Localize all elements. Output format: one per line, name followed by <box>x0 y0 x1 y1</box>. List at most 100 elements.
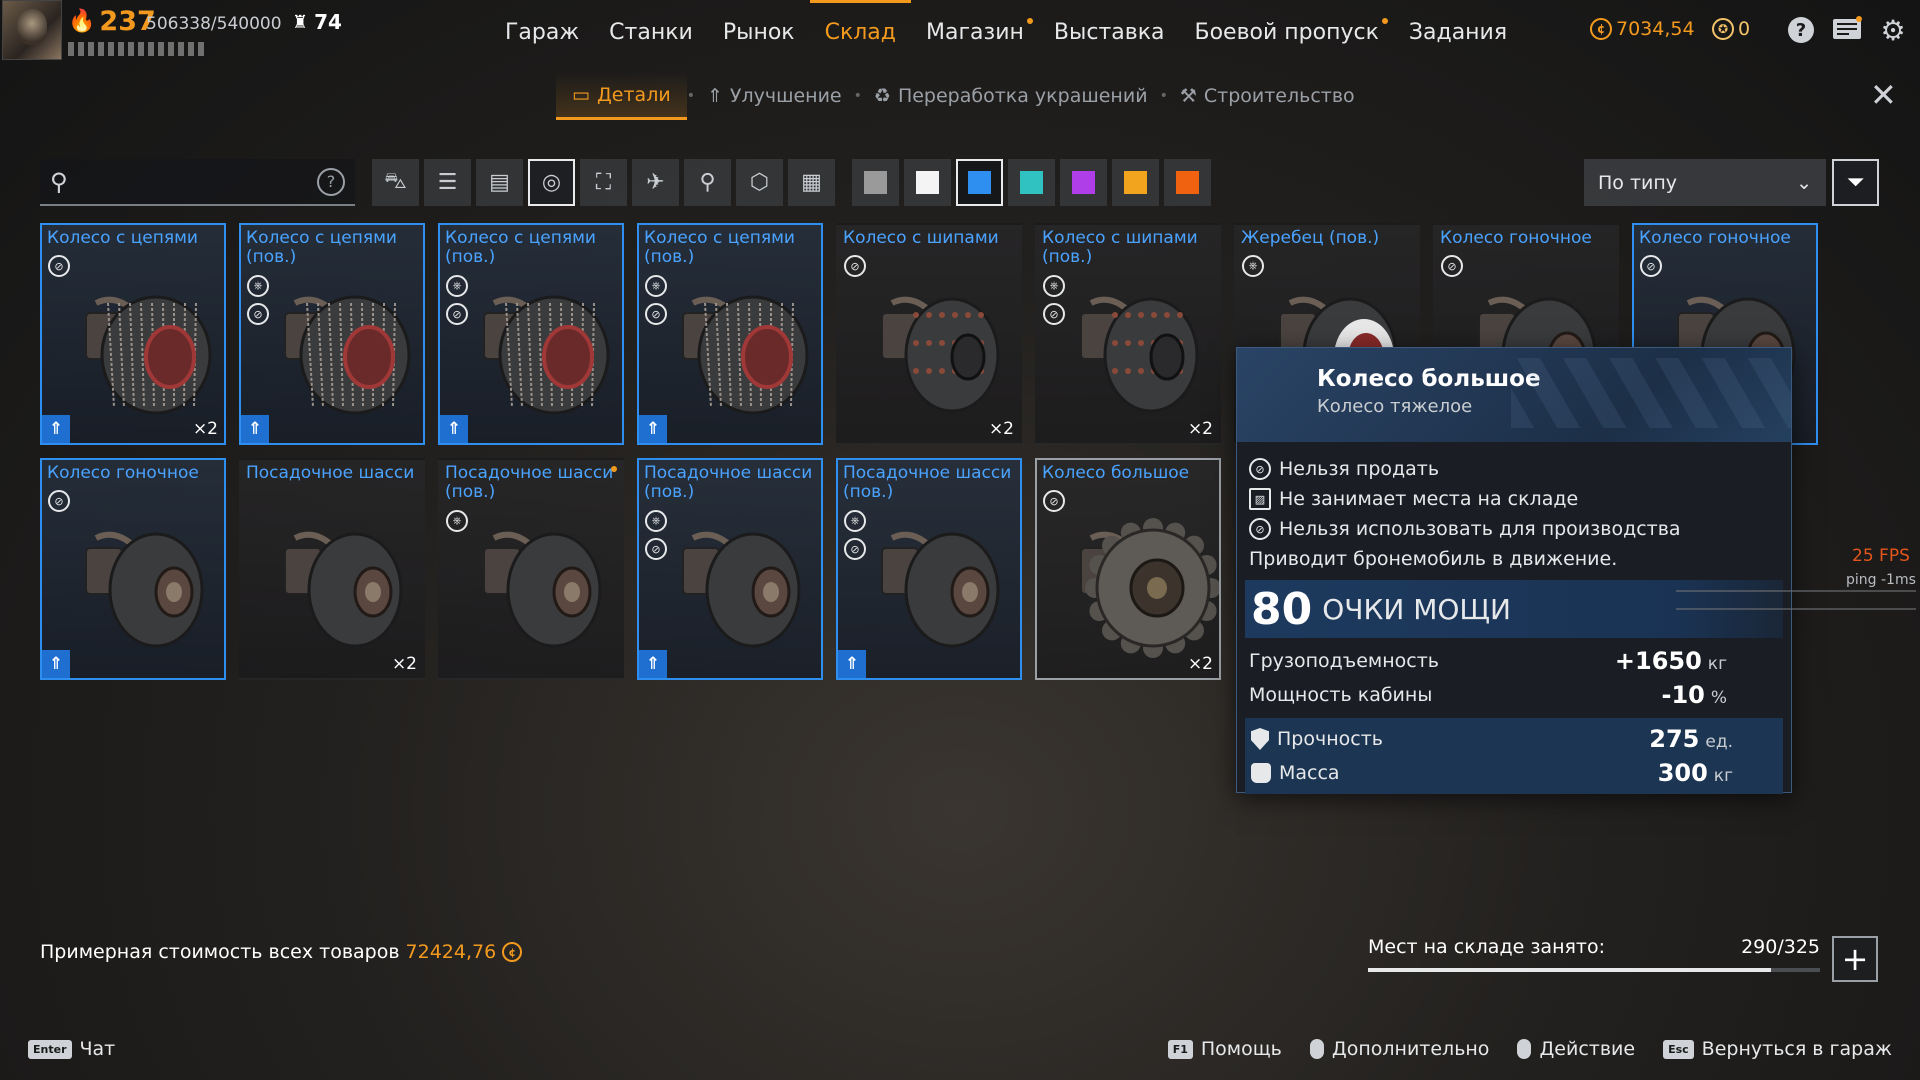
stat-value-wrap: +1650 кг <box>1615 647 1727 675</box>
item-flags: ⊘ <box>48 255 70 277</box>
item-count: ×2 <box>1187 654 1213 674</box>
rarity-filter[interactable] <box>1060 159 1107 206</box>
ping-counter: ping -1ms <box>1846 572 1916 588</box>
help-label: Помощь <box>1200 1038 1282 1060</box>
steering-wheel-icon: ⎈ <box>247 275 269 297</box>
player-avatar[interactable] <box>2 0 62 60</box>
sort-dropdown[interactable]: По типу ⌄ <box>1584 159 1826 206</box>
close-icon[interactable]: ✕ <box>1870 76 1897 114</box>
item-flags: ⎈ ⊘ <box>645 275 667 325</box>
item-name: Колесо гоночное <box>1639 228 1791 248</box>
inventory-item-card[interactable]: Колесо с цепями ⊘ ⇑ ×2 <box>40 223 226 445</box>
action-hint[interactable]: Действие <box>1517 1038 1635 1060</box>
item-name: Колесо с шипами (пов.) <box>1042 228 1198 267</box>
wheel-image <box>483 295 610 415</box>
inventory-item-card[interactable]: Посадочное шасси (пов.) ⎈ ⊘ ⇑ <box>836 458 1022 680</box>
help-hint[interactable]: F1 Помощь <box>1167 1038 1282 1060</box>
mouse-left-icon <box>1517 1039 1532 1059</box>
nav-tab[interactable]: Магазин <box>911 0 1039 68</box>
item-name: Колесо с цепями <box>47 228 198 248</box>
separator-dot: • <box>686 88 695 104</box>
help-icon[interactable]: ? <box>1785 14 1817 46</box>
rarity-filter[interactable] <box>956 159 1003 206</box>
mass-value: 300 <box>1657 759 1708 787</box>
wheel-image <box>284 531 403 648</box>
rarity-filter[interactable] <box>1164 159 1211 206</box>
inventory-item-card[interactable]: Посадочное шасси ×2 <box>239 458 425 680</box>
nav-tab[interactable]: Склад <box>809 0 912 68</box>
inventory-item-card[interactable]: Колесо с цепями (пов.) ⎈ ⊘ ⇑ <box>438 223 624 445</box>
rarity-swatch <box>1072 171 1095 194</box>
tooltip-properties: ⊘ Нельзя продать ▨ Не занимает места на скл… <box>1237 442 1791 574</box>
search-input[interactable] <box>67 171 317 192</box>
nav-tab[interactable]: Гараж <box>490 0 594 68</box>
search-help-icon[interactable]: ? <box>317 167 345 196</box>
rarity-swatch <box>1124 171 1147 194</box>
all-grid-icon[interactable]: ▦ <box>788 159 835 206</box>
item-flags: ⎈ ⊘ <box>844 510 866 560</box>
sort-dropdown-label: По типу <box>1598 171 1678 194</box>
no-sell-icon: ⊘ <box>446 303 468 325</box>
rarity-filter[interactable] <box>904 159 951 206</box>
subtab[interactable]: ♻ Переработка украшений <box>862 72 1160 120</box>
item-name: Колесо гоночное <box>47 463 199 483</box>
decor-icon[interactable]: ✈ <box>632 159 679 206</box>
player-nickname-blurred <box>68 42 208 56</box>
durability-row: Прочность 275 ед. <box>1251 722 1777 756</box>
search-icon: ⚲ <box>50 167 68 196</box>
no-sell-icon: ⊘ <box>48 255 70 277</box>
inventory-item-card[interactable]: Колесо с цепями (пов.) ⎈ ⊘ ⇑ <box>637 223 823 445</box>
subtab[interactable]: ⚒ Строительство <box>1168 72 1367 120</box>
subtab[interactable]: ▭ Детали <box>556 72 687 120</box>
frame-icon[interactable]: ⛶ <box>580 159 627 206</box>
stat-value-wrap: -10% <box>1661 681 1727 709</box>
no-storage-icon: ▨ <box>1249 488 1271 510</box>
expand-storage-button[interactable]: + <box>1832 936 1878 982</box>
nav-tab[interactable]: Выставка <box>1039 0 1180 68</box>
coins-balance[interactable]: ¢ 7034,54 <box>1590 18 1695 40</box>
rarity-filter[interactable] <box>1112 159 1159 206</box>
nav-tab[interactable]: Станки <box>594 0 708 68</box>
inventory-item-card[interactable]: Колесо с шипами (пов.) ⎈ ⊘ ×2 <box>1035 223 1221 445</box>
paint-icon[interactable]: ⚲ <box>684 159 731 206</box>
tooltip-property: Приводит бронемобиль в движение. <box>1249 544 1779 574</box>
cabin-icon[interactable]: ⛍ <box>372 159 419 206</box>
item-flags: ⎈ ⊘ <box>247 275 269 325</box>
item-flags: ⊘ <box>1441 255 1463 277</box>
item-flags: ⊘ <box>48 490 70 512</box>
steering-wheel-icon: ⎈ <box>1242 255 1264 277</box>
settings-gear-icon[interactable]: ⚙ <box>1877 14 1909 47</box>
no-sell-icon: ⊘ <box>645 303 667 325</box>
total-value: Примерная стоимость всех товаров 72424,7… <box>40 941 523 963</box>
chevron-down-icon: ⌄ <box>1796 171 1812 194</box>
rarity-filter[interactable] <box>852 159 899 206</box>
chat-hint[interactable]: Enter Чат <box>28 1038 115 1060</box>
upgrade-icon: ⇑ <box>42 650 70 678</box>
weapon-icon[interactable]: ☰ <box>424 159 471 206</box>
inventory-item-card[interactable]: Посадочное шасси (пов.) ⎈ ⊘ ⇑ <box>637 458 823 680</box>
inventory-item-card[interactable]: Колесо большое ⊘ ×2 <box>1035 458 1221 680</box>
nav-tab[interactable]: Боевой пропуск <box>1179 0 1393 68</box>
upgrade-icon: ⇑ <box>706 85 723 107</box>
no-sell-icon: ⊘ <box>1249 458 1271 480</box>
no-sell-icon: ⊘ <box>1043 303 1065 325</box>
news-icon[interactable] <box>1831 14 1863 46</box>
badges-balance[interactable]: ✪ 0 <box>1712 18 1750 40</box>
inventory-item-card[interactable]: Колесо гоночное ⊘ ⇑ <box>40 458 226 680</box>
back-hint[interactable]: Esc Вернуться в гараж <box>1663 1038 1892 1060</box>
wheel-image <box>1080 296 1199 413</box>
hexagon-icon[interactable]: ⬡ <box>736 159 783 206</box>
nav-tab[interactable]: Рынок <box>708 0 810 68</box>
tooltip-subtitle: Колесо тяжелое <box>1317 396 1473 417</box>
inventory-item-card[interactable]: Колесо с цепями (пов.) ⎈ ⊘ ⇑ <box>239 223 425 445</box>
rarity-filter[interactable] <box>1008 159 1055 206</box>
inventory-item-card[interactable]: Колесо с шипами ⊘ ×2 <box>836 223 1022 445</box>
subtab[interactable]: ⇑ Улучшение <box>695 72 854 120</box>
wheel-icon[interactable]: ◎ <box>528 159 575 206</box>
module-icon[interactable]: ▤ <box>476 159 523 206</box>
clear-filter-icon[interactable]: ⏷ <box>1832 159 1879 206</box>
inventory-item-card[interactable]: Посадочное шасси (пов.) ⎈ <box>438 458 624 680</box>
more-hint[interactable]: Дополнительно <box>1309 1038 1489 1060</box>
nav-tab[interactable]: Задания <box>1394 0 1522 68</box>
no-sell-icon: ⊘ <box>844 255 866 277</box>
